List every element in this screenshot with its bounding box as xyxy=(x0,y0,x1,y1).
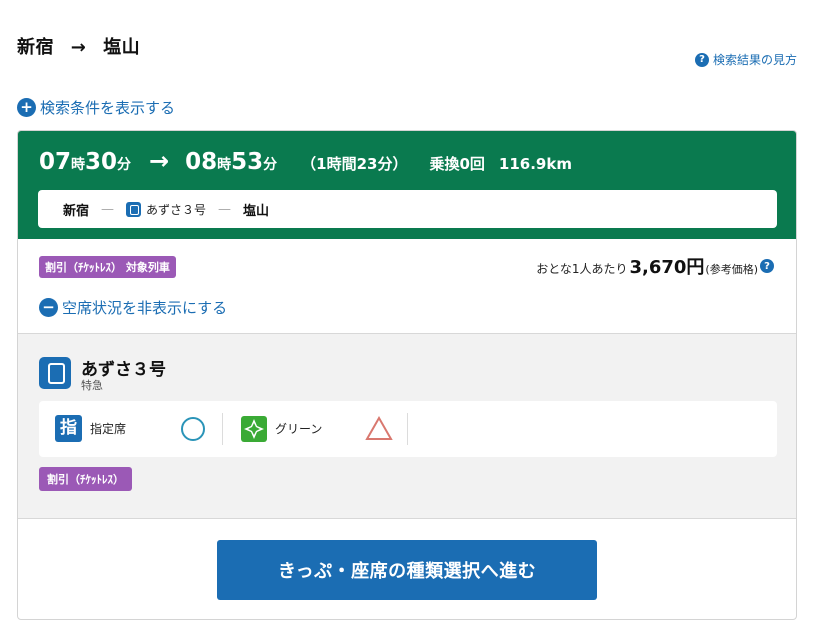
available-circle-icon xyxy=(181,417,205,441)
result-header: 07 時 30 分 → 08 時 53 分 （1時間23分） 乗換0回 116.… xyxy=(18,131,796,239)
fare-amount: 3,670円 xyxy=(629,257,705,278)
route-bar-to: 塩山 xyxy=(243,203,270,219)
route-to: 塩山 xyxy=(103,37,141,58)
transfer-count: 乗換0回 xyxy=(429,155,485,173)
seat-availability-panel: 指 指定席 グリーン xyxy=(39,401,777,457)
fare-row: 割引（ﾁｹｯﾄﾚｽ） 対象列車 おとな1人あたり 3,670円 (参考価格) ?… xyxy=(18,239,796,333)
hide-seat-availability-toggle[interactable]: − 空席状況を非表示にする xyxy=(39,297,227,318)
route-bar-train-name: あずさ３号 xyxy=(146,202,207,217)
discount-badge: 割引（ﾁｹｯﾄﾚｽ） 対象列車 xyxy=(39,256,176,278)
result-card: 07 時 30 分 → 08 時 53 分 （1時間23分） 乗換0回 116.… xyxy=(17,130,797,620)
travel-duration: （1時間23分） xyxy=(301,155,408,173)
fare-info: おとな1人あたり 3,670円 (参考価格) ? xyxy=(536,253,774,279)
fare-label: おとな1人あたり xyxy=(536,262,628,276)
train-icon xyxy=(126,201,142,217)
green-seat-label: グリーン xyxy=(275,422,323,436)
time-arrow: → xyxy=(149,147,170,175)
reserved-seat-label: 指定席 xyxy=(90,422,127,436)
green-car-icon xyxy=(241,416,267,442)
divider xyxy=(222,413,223,445)
route-bar-separator: — xyxy=(218,201,232,217)
help-link[interactable]: ? 検索結果の見方 xyxy=(694,51,797,68)
route-arrow: → xyxy=(70,37,87,58)
fare-help-icon[interactable]: ? xyxy=(760,259,774,273)
plus-icon: + xyxy=(17,98,36,117)
depart-minute: 30 xyxy=(85,149,118,175)
few-seats-triangle-icon xyxy=(365,416,393,440)
proceed-to-ticket-selection-button[interactable]: きっぷ・座席の種類選択へ進む xyxy=(217,540,597,600)
route-from: 新宿 xyxy=(17,37,54,58)
arrive-hour-unit: 時 xyxy=(217,157,232,173)
depart-hour: 07 xyxy=(39,149,72,175)
help-link-label: 検索結果の見方 xyxy=(712,53,797,67)
divider xyxy=(407,413,408,445)
route-bar-train: あずさ３号 xyxy=(126,201,206,218)
show-search-conditions-label: 検索条件を表示する xyxy=(40,99,176,117)
depart-minute-unit: 分 xyxy=(117,157,132,173)
fare-note: (参考価格) xyxy=(705,263,758,276)
reserved-seat-icon: 指 xyxy=(55,415,82,442)
train-icon xyxy=(39,357,71,389)
depart-hour-unit: 時 xyxy=(71,157,86,173)
page-title: 新宿 → 塩山 xyxy=(17,33,140,59)
arrive-minute: 53 xyxy=(231,149,264,175)
train-detail: あずさ３号 特急 指 指定席 グリーン 割引（ﾁｹｯﾄﾚｽ） xyxy=(18,333,796,519)
train-type: 特急 xyxy=(81,379,103,392)
route-bar: 新宿 — あずさ３号 — 塩山 xyxy=(38,190,777,228)
time-summary: 07 時 30 分 → 08 時 53 分 （1時間23分） 乗換0回 116.… xyxy=(39,147,572,175)
minus-icon: − xyxy=(39,298,58,317)
hide-seat-availability-label: 空席状況を非表示にする xyxy=(62,299,228,317)
arrive-minute-unit: 分 xyxy=(263,157,278,173)
show-search-conditions-toggle[interactable]: + 検索条件を表示する xyxy=(17,97,175,118)
discount-badge-ticketless: 割引（ﾁｹｯﾄﾚｽ） xyxy=(39,467,132,491)
travel-distance: 116.9km xyxy=(498,155,572,173)
arrive-hour: 08 xyxy=(185,149,218,175)
route-bar-separator: — xyxy=(101,201,115,217)
question-icon: ? xyxy=(694,52,709,67)
route-bar-from: 新宿 xyxy=(63,203,90,219)
